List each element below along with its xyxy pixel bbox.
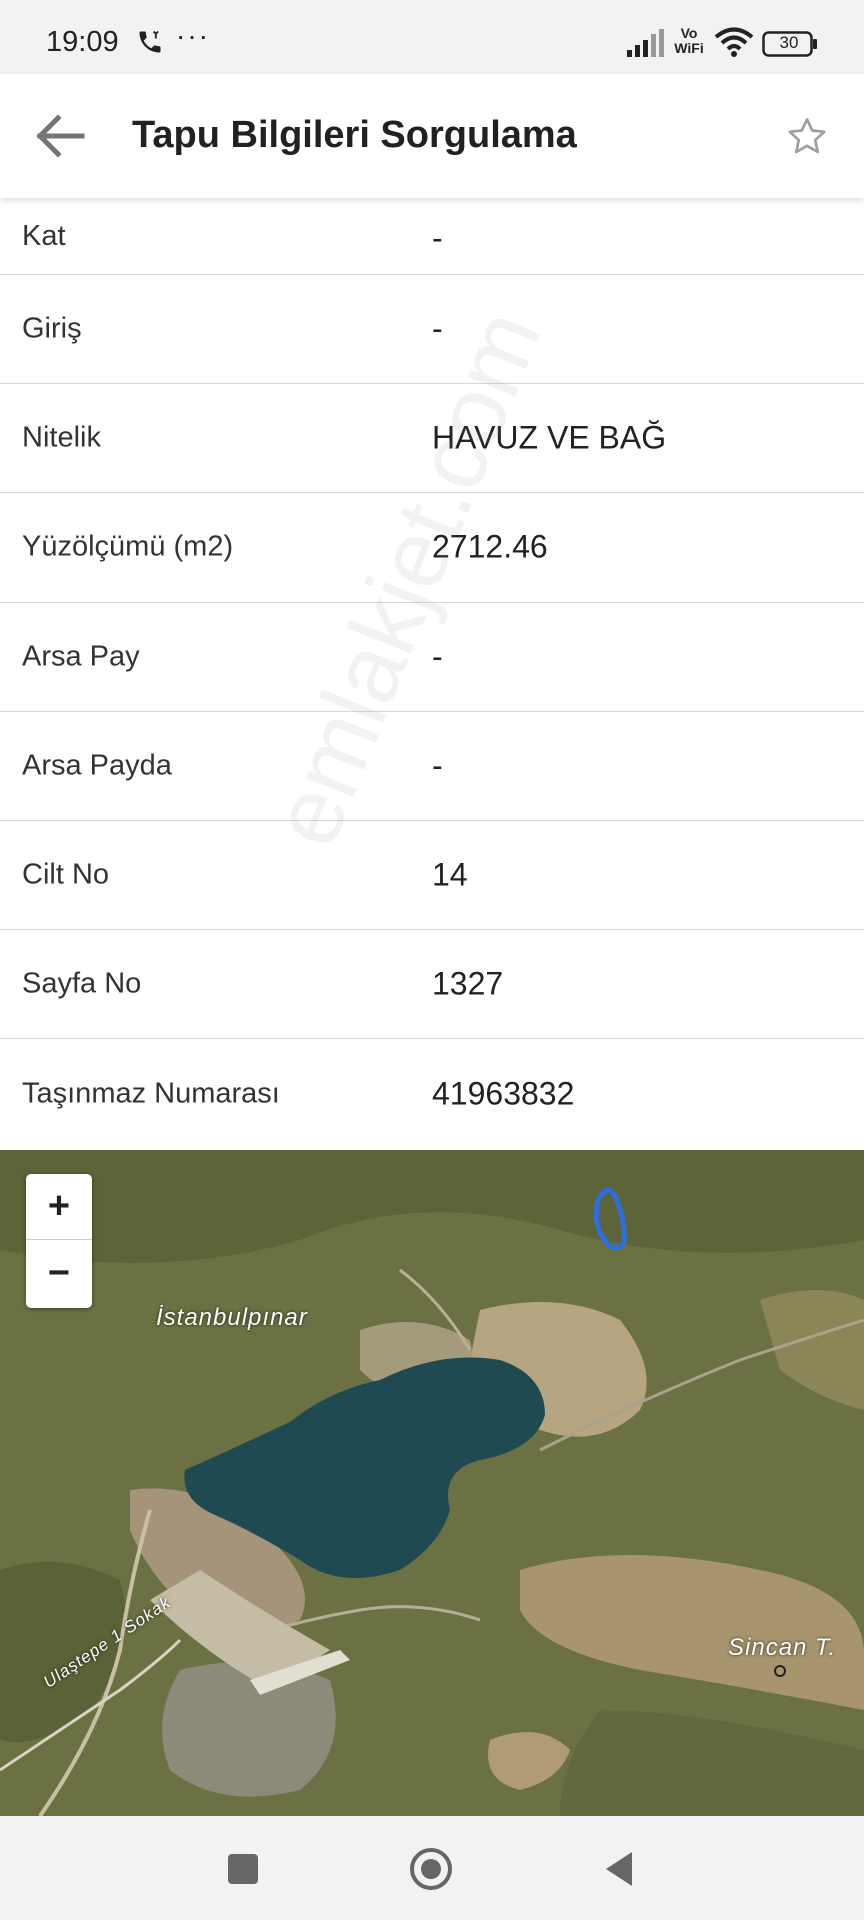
home-circle-icon[interactable]: [406, 1844, 456, 1894]
info-label: Sayfa No: [22, 967, 142, 1000]
info-row-tasinmaz-no: Taşınmaz Numarası 41963832: [0, 1039, 864, 1148]
info-row-arsa-pay: Arsa Pay -: [0, 603, 864, 712]
recents-square-icon[interactable]: [218, 1844, 268, 1894]
info-value: -: [432, 220, 443, 256]
info-label: Nitelik: [22, 421, 101, 454]
back-triangle-icon[interactable]: [596, 1844, 646, 1894]
info-value: -: [432, 638, 443, 675]
info-label: Taşınmaz Numarası: [22, 1077, 280, 1110]
battery-level: 30: [779, 33, 799, 52]
system-nav-bar: [0, 1816, 864, 1920]
info-label: Kat: [22, 220, 66, 252]
info-value: HAVUZ VE BAĞ: [432, 419, 667, 456]
info-row-arsa-payda: Arsa Payda -: [0, 712, 864, 821]
map-label-sincan: Sincan T.: [728, 1634, 837, 1661]
satellite-map[interactable]: + − İstanbulpınar Sincan T. Ulaştepe 1 S…: [0, 1150, 864, 1816]
map-label-istanbulpinar: İstanbulpınar: [156, 1304, 308, 1331]
info-label: Arsa Payda: [22, 749, 172, 782]
call-icon: [139, 30, 161, 53]
zoom-control: + −: [26, 1174, 92, 1308]
wifi-icon: [714, 27, 754, 57]
property-info-list: Kat - Giriş - Nitelik HAVUZ VE BAĞ Yüzöl…: [0, 198, 864, 1149]
info-value: -: [432, 747, 443, 784]
info-label: Arsa Pay: [22, 640, 140, 673]
status-time: 19:09: [46, 26, 119, 58]
info-value: 14: [432, 856, 468, 893]
info-row-yuzolcumu: Yüzölçümü (m2) 2712.46: [0, 493, 864, 603]
star-outline-icon[interactable]: [784, 114, 830, 160]
vowifi-icon: Vo WiFi: [674, 25, 704, 56]
signal-icon: [627, 29, 664, 57]
zoom-in-button[interactable]: +: [26, 1174, 92, 1240]
info-label: Giriş: [22, 312, 82, 345]
info-value: -: [432, 310, 443, 347]
info-row-giris: Giriş -: [0, 275, 864, 385]
back-arrow-icon[interactable]: [30, 110, 90, 162]
info-value: 41963832: [432, 1075, 575, 1112]
info-label: Yüzölçümü (m2): [22, 530, 234, 563]
app-bar: Tapu Bilgileri Sorgulama: [0, 74, 864, 198]
page-title: Tapu Bilgileri Sorgulama: [132, 114, 577, 156]
status-bar: 19:09 ··· Vo WiFi 30: [0, 0, 864, 74]
info-value: 2712.46: [432, 528, 548, 565]
zoom-out-button[interactable]: −: [26, 1241, 92, 1307]
info-row-cilt-no: Cilt No 14: [0, 821, 864, 931]
info-label: Cilt No: [22, 858, 110, 891]
more-notifications-icon: ···: [176, 20, 210, 51]
map-imagery: [0, 1150, 864, 1816]
info-row-kat: Kat -: [0, 198, 864, 275]
info-row-nitelik: Nitelik HAVUZ VE BAĞ: [0, 384, 864, 494]
info-row-sayfa-no: Sayfa No 1327: [0, 930, 864, 1040]
info-value: 1327: [432, 965, 504, 1002]
